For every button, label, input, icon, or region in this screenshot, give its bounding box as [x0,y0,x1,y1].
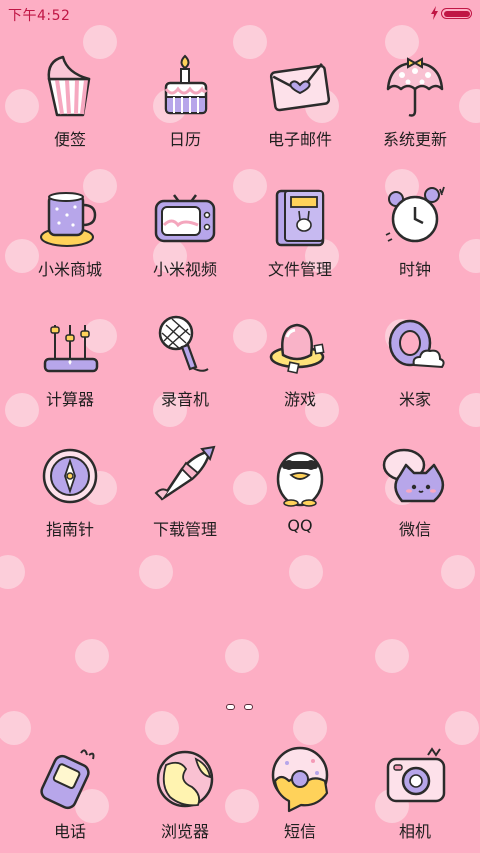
app-label: 米家 [398,390,431,409]
calendar-cake-icon [164,54,208,115]
page-indicator[interactable] [224,701,258,713]
app-label: 计算器 [45,390,94,409]
app-abacus[interactable]: 计算器 [10,308,130,428]
app-label: 电话 [53,822,86,841]
status-bar: 下午4:52 [0,0,480,28]
battery-icon [441,8,472,19]
app-mug[interactable]: 小米商城 [10,178,130,298]
wallpaper-dot [375,639,409,673]
app-compass[interactable]: 指南针 [10,438,130,558]
app-notebook[interactable]: 文件管理 [240,178,360,298]
mug-icon [40,192,97,247]
app-calendar-cake[interactable]: 日历 [125,48,245,168]
email-envelope-icon [269,62,331,112]
app-label: QQ [287,516,313,535]
alarm-clock-icon [385,186,445,243]
app-label: 时钟 [398,260,431,279]
app-email-envelope[interactable]: 电子邮件 [240,48,360,168]
camera-icon [386,747,446,803]
app-label: 系统更新 [382,130,447,149]
globe-icon [156,750,214,808]
game-jelly-icon [269,323,325,374]
app-label: 电子邮件 [267,130,332,149]
wallpaper-dot [225,639,259,673]
app-game-jelly[interactable]: 游戏 [240,308,360,428]
donut-message-icon [271,746,329,813]
wallpaper-dot [139,555,173,589]
dock-app-donut-message[interactable]: 短信 [240,740,360,853]
dock-app-globe[interactable]: 浏览器 [125,740,245,853]
rocket-icon [154,445,216,501]
wallpaper-dot [441,555,475,589]
app-label: 小米商城 [37,260,102,279]
phone-icon [40,749,95,810]
dock-app-phone[interactable]: 电话 [10,740,130,853]
charging-bolt-icon [431,6,438,20]
notes-icon [47,55,91,117]
app-tv[interactable]: 小米视频 [125,178,245,298]
app-label: 录音机 [160,390,209,409]
tv-icon [154,194,216,243]
app-label: 便签 [53,130,86,149]
status-time: 下午4:52 [8,8,71,24]
penguin-icon [276,451,324,507]
app-umbrella[interactable]: 系统更新 [355,48,475,168]
abacus-icon [43,325,99,373]
app-label: 下载管理 [152,520,217,539]
wallpaper-dot [0,555,25,589]
app-label: 微信 [398,520,431,539]
app-label: 文件管理 [267,260,332,279]
app-microphone[interactable]: 录音机 [125,308,245,428]
app-cloud-ring[interactable]: 米家 [355,308,475,428]
app-label: 小米视频 [152,260,217,279]
page-dot-2[interactable] [244,704,253,710]
cloud-ring-icon [388,319,445,369]
app-penguin[interactable]: QQ [240,438,360,558]
compass-icon [42,448,98,504]
home-screen: 下午4:52 便签 日历 电子邮件 系统更新 小米商城 小米视频 文件管理 时钟 [0,0,480,853]
microphone-icon [158,315,209,372]
page-dot-1[interactable] [226,704,235,710]
app-label: 短信 [283,822,316,841]
app-label: 日历 [168,130,201,149]
app-rocket[interactable]: 下载管理 [125,438,245,558]
battery-level-fill [443,10,470,17]
notebook-icon [275,189,325,247]
app-label: 指南针 [45,520,94,539]
app-notes[interactable]: 便签 [10,48,130,168]
app-label: 游戏 [283,390,316,409]
wallpaper-dot [75,639,109,673]
app-label: 相机 [398,822,431,841]
cat-chat-icon [382,448,445,503]
app-cat-chat[interactable]: 微信 [355,438,475,558]
dock-app-camera[interactable]: 相机 [355,740,475,853]
app-label: 浏览器 [160,822,209,841]
app-alarm-clock[interactable]: 时钟 [355,178,475,298]
wallpaper-dot [289,555,323,589]
umbrella-icon [386,57,444,117]
